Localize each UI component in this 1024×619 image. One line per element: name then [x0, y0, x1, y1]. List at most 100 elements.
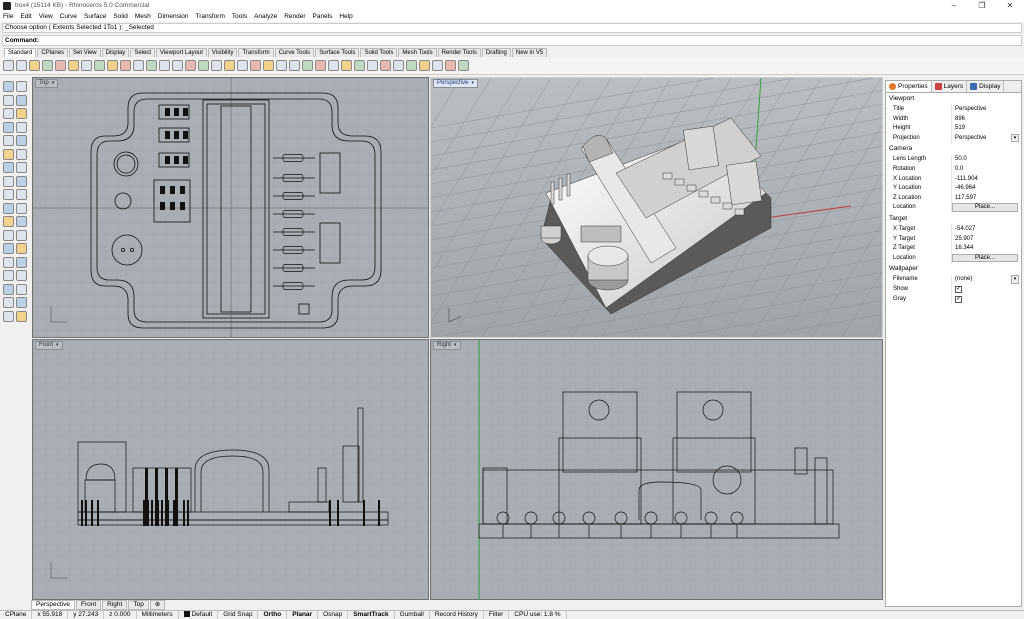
print-icon[interactable]: [42, 60, 53, 71]
chevron-down-icon[interactable]: ▾: [471, 80, 474, 87]
tab-cplanes[interactable]: CPlanes: [37, 48, 69, 57]
menu-solid[interactable]: Solid: [113, 13, 127, 20]
chevron-down-icon[interactable]: ▾: [52, 80, 55, 87]
shaded-icon[interactable]: [276, 60, 287, 71]
rotate-view-icon[interactable]: [146, 60, 157, 71]
lens-length-field[interactable]: 50.0: [952, 155, 1021, 165]
chevron-down-icon[interactable]: ▾: [454, 342, 457, 349]
hatch-icon[interactable]: [16, 202, 27, 214]
sphere-render-icon[interactable]: [367, 60, 378, 71]
named-view-icon[interactable]: [250, 60, 261, 71]
help-icon[interactable]: [419, 60, 430, 71]
rectangle-icon[interactable]: [16, 108, 27, 119]
color-wheel-icon[interactable]: [354, 60, 365, 71]
tab-layers[interactable]: Layers: [932, 81, 968, 92]
maximize-button[interactable]: ❐: [968, 0, 996, 11]
zoom-icon[interactable]: [159, 60, 170, 71]
viewport-width-field[interactable]: 896: [952, 115, 1021, 125]
fillet-icon[interactable]: [3, 135, 14, 146]
arc-icon[interactable]: [16, 94, 27, 106]
status-osnap[interactable]: Osnap: [318, 611, 349, 619]
x-target-field[interactable]: -54.027: [952, 225, 1021, 235]
paste-icon[interactable]: [94, 60, 105, 71]
tab-perspective[interactable]: Perspective: [31, 600, 75, 610]
trim-icon[interactable]: [3, 270, 14, 281]
tab-new-in-v5[interactable]: New in V5: [511, 48, 548, 57]
grid-icon[interactable]: [224, 60, 235, 71]
viewport-front[interactable]: Front ▾: [32, 339, 429, 600]
zoom-extents-icon[interactable]: [185, 60, 196, 71]
chevron-down-icon[interactable]: ▾: [56, 342, 59, 349]
status-smarttrack[interactable]: SmartTrack: [348, 611, 395, 619]
tab-surface-tools[interactable]: Surface Tools: [315, 48, 360, 57]
status-units[interactable]: Millimeters: [137, 611, 179, 619]
menu-mesh[interactable]: Mesh: [135, 13, 151, 20]
render-icon[interactable]: [16, 310, 27, 322]
menu-panels[interactable]: Panels: [313, 13, 333, 20]
menu-tools[interactable]: Tools: [232, 13, 247, 20]
mirror-icon[interactable]: [3, 243, 14, 254]
status-gumball[interactable]: Gumball: [395, 611, 430, 619]
camera-place-button[interactable]: Place...: [952, 203, 1018, 212]
rotation-field[interactable]: 0.0: [952, 165, 1021, 175]
viewport-perspective-label[interactable]: Perspective ▾: [433, 79, 478, 88]
options-icon[interactable]: [406, 60, 417, 71]
tab-mesh-tools[interactable]: Mesh Tools: [398, 48, 437, 57]
z-location-field[interactable]: 117.597: [952, 194, 1021, 204]
menu-render[interactable]: Render: [284, 13, 305, 20]
wireframe-icon[interactable]: [263, 60, 274, 71]
object-properties-icon[interactable]: [328, 60, 339, 71]
viewport-height-field[interactable]: 519: [952, 124, 1021, 134]
mesh-icon[interactable]: [3, 189, 14, 200]
menu-view[interactable]: View: [39, 13, 53, 20]
tab-select[interactable]: Select: [130, 48, 155, 57]
dimension-icon[interactable]: [16, 189, 27, 200]
wallpaper-filename-select[interactable]: (none) ▾: [952, 275, 1021, 285]
point-icon[interactable]: [3, 81, 14, 92]
status-grid-snap[interactable]: Grid Snap: [218, 611, 259, 619]
viewport-front-label[interactable]: Front ▾: [35, 341, 63, 350]
pan-icon[interactable]: [133, 60, 144, 71]
z-target-field[interactable]: 16.344: [952, 244, 1021, 254]
check-icon[interactable]: [16, 297, 27, 308]
split-icon[interactable]: [16, 270, 27, 281]
tab-properties[interactable]: Properties: [886, 81, 932, 92]
layer-icon[interactable]: [3, 310, 14, 322]
polyline-icon[interactable]: [16, 81, 27, 92]
show-wallpaper-checkbox[interactable]: ✓: [955, 285, 962, 293]
material-icon[interactable]: [380, 60, 391, 71]
status-layer[interactable]: Default: [179, 611, 219, 619]
save-icon[interactable]: [29, 60, 40, 71]
explode-icon[interactable]: [16, 256, 27, 268]
tab-render-tools[interactable]: Render Tools: [437, 48, 481, 57]
block-icon[interactable]: [16, 283, 27, 295]
viewport-top[interactable]: Top ▾: [32, 77, 429, 338]
layer-icon[interactable]: [341, 60, 352, 71]
join-icon[interactable]: [3, 256, 14, 268]
curve-icon[interactable]: [3, 94, 14, 106]
analyze-icon[interactable]: [458, 60, 469, 71]
minimize-button[interactable]: –: [940, 0, 968, 11]
y-location-field[interactable]: -46.964: [952, 184, 1021, 194]
menu-analyze[interactable]: Analyze: [254, 13, 277, 20]
extrude-icon[interactable]: [16, 148, 27, 160]
viewport-perspective[interactable]: Perspective ▾: [430, 77, 883, 338]
lock-icon[interactable]: [315, 60, 326, 71]
menu-dimension[interactable]: Dimension: [158, 13, 189, 20]
array-icon[interactable]: [16, 243, 27, 254]
analyze-icon[interactable]: [3, 297, 14, 308]
select-icon[interactable]: [120, 60, 131, 71]
import-icon[interactable]: [55, 60, 66, 71]
close-button[interactable]: ✕: [996, 0, 1024, 11]
rendered-icon[interactable]: [289, 60, 300, 71]
tab-set-view[interactable]: Set View: [69, 48, 101, 57]
add-viewport-icon[interactable]: ⊕: [149, 600, 166, 610]
status-planar[interactable]: Planar: [287, 611, 319, 619]
tab-front[interactable]: Front: [75, 600, 102, 610]
boolean-icon[interactable]: [16, 175, 27, 187]
offset-icon[interactable]: [16, 135, 27, 146]
tab-display-panel[interactable]: Display: [967, 81, 1005, 92]
projection-select[interactable]: Perspective ▾: [952, 133, 1021, 144]
status-filter[interactable]: Filter: [484, 611, 510, 619]
status-cplane[interactable]: CPlane: [0, 611, 33, 619]
